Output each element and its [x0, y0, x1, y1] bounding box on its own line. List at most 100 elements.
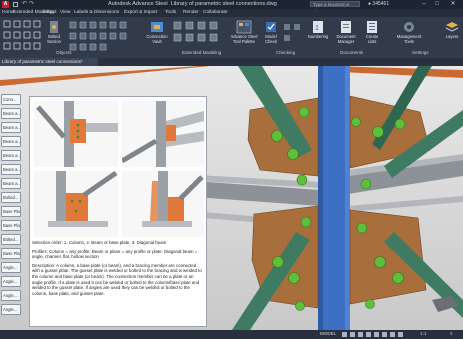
list-item[interactable]: Angle... — [1, 304, 21, 315]
tab-view[interactable]: View — [60, 10, 70, 15]
app-menu-icon[interactable]: A — [2, 1, 9, 8]
list-item[interactable]: Beam a... — [1, 178, 21, 189]
list-item[interactable]: Base Plat... — [1, 206, 21, 217]
list-item[interactable]: Beam a... — [1, 164, 21, 175]
minimize-icon[interactable]: – — [418, 0, 430, 9]
list-item[interactable]: Base Plat... — [1, 220, 21, 231]
numbering-button[interactable]: 1 Numbering — [305, 20, 331, 40]
create-lists-label: Create Lists — [365, 34, 379, 44]
layers-icon — [445, 22, 459, 32]
panel-label-documents: Documents — [340, 50, 364, 55]
illustration-4 — [122, 171, 204, 237]
checking-tool-icons — [284, 24, 300, 41]
numbering-label: Numbering — [307, 34, 329, 39]
model-check-icon — [266, 22, 276, 32]
list-item[interactable]: Bolted... — [1, 192, 21, 203]
model-check-button[interactable]: Model Check — [262, 20, 280, 44]
annotation-scale[interactable]: 1:1 — [420, 331, 426, 336]
tool-palette-icon — [236, 20, 252, 34]
layers-button[interactable]: Layers — [442, 20, 462, 40]
management-tools-label: Management Tools — [396, 34, 422, 44]
list-item[interactable]: Bolted... — [1, 234, 21, 245]
model-space-button[interactable]: MODEL — [320, 331, 336, 336]
bolt — [272, 256, 284, 268]
connection-vault-icon — [151, 22, 163, 32]
illustration-1 — [34, 101, 118, 167]
connection-list: Conn... Beam a... Beam a... Beam a... Be… — [0, 94, 22, 324]
menu-icon[interactable]: ≡ — [450, 331, 453, 336]
connection-tooltip: Selection order: 1. Column, 2. Beam or b… — [29, 96, 207, 327]
bolt — [271, 130, 283, 142]
tab-tools[interactable]: Tools — [165, 10, 176, 15]
bolted-section-button[interactable]: Bolted Section — [44, 20, 64, 44]
list-item[interactable]: Base Plat... — [1, 248, 21, 259]
bolt — [356, 222, 368, 234]
list-item[interactable]: Beam a... — [1, 150, 21, 161]
modeling-tool-icons[interactable] — [68, 20, 140, 54]
illustration-4-drawing — [142, 171, 204, 227]
extra-tools-grid — [68, 20, 140, 54]
column-flange-left — [318, 66, 323, 330]
bolted-section-label: Bolted Section — [47, 34, 61, 44]
connection-vault-label: Connection Vault — [146, 34, 168, 44]
model-check-label: Model Check — [265, 34, 277, 44]
selection-order-text: Selection order: 1. Column, 2. Beam or b… — [32, 240, 167, 245]
steel-column — [322, 66, 346, 330]
bolt — [300, 216, 312, 228]
bolt — [394, 118, 406, 130]
small-tool-icons[interactable] — [3, 20, 43, 54]
tab-collaborate[interactable]: Collaborate — [203, 10, 228, 15]
bolt — [287, 148, 299, 160]
description-text: Description: A column, a base plate (or … — [32, 262, 202, 296]
layers-label: Layers — [445, 34, 459, 39]
maximize-icon[interactable]: □ — [431, 0, 443, 9]
connection-tool-icons[interactable] — [172, 20, 228, 54]
bolt — [372, 126, 384, 138]
user-id: 345461 — [372, 1, 390, 7]
panel-label-checking: Checking — [276, 50, 296, 55]
checking-tools[interactable] — [282, 22, 304, 48]
search-input[interactable]: Type a keyword or phrase — [310, 1, 360, 13]
illustration-3 — [34, 170, 118, 237]
panel-label-objects: Objects — [56, 50, 72, 55]
illustration-1-drawing — [36, 101, 118, 167]
column-flange-right — [345, 66, 350, 330]
list-item[interactable]: Angle... — [1, 290, 21, 301]
list-item[interactable]: Beam a... — [1, 122, 21, 133]
list-item[interactable]: Beam a... — [1, 136, 21, 147]
create-lists-button[interactable]: Create Lists — [361, 20, 383, 44]
quick-access-undo-icon[interactable]: ↶ — [22, 0, 27, 7]
list-item[interactable]: Conn... — [1, 94, 21, 105]
ribbon-tabs: Home Extended Modeling Output View Label… — [0, 9, 463, 17]
list-item[interactable]: Angle... — [1, 276, 21, 287]
document-manager-button[interactable]: Document Manager — [333, 20, 359, 44]
bolt — [351, 117, 361, 127]
bolt — [365, 299, 375, 309]
bolt — [374, 256, 386, 268]
create-lists-icon — [367, 21, 377, 33]
tab-labels-dimensions[interactable]: Labels & Dimensions — [74, 10, 119, 15]
connection-description: Selection order: 1. Column, 2. Beam or b… — [32, 240, 204, 299]
quick-access-redo-icon[interactable]: ↷ — [29, 0, 34, 7]
status-toggle-icons[interactable] — [342, 331, 432, 338]
illustration-2-drawing — [120, 101, 204, 167]
document-tab[interactable]: Library of parametric steel connections* — [0, 58, 98, 66]
connection-vault-button[interactable]: Connection Vault — [144, 20, 170, 44]
list-item[interactable]: Angle... — [1, 262, 21, 273]
user-name[interactable]: ● 345461 — [368, 1, 389, 7]
profiles-text: Profiles: Column = any profile; Beam or … — [32, 248, 198, 260]
tab-render[interactable]: Render — [183, 10, 199, 15]
tool-palette-button[interactable]: Advance Steel Tool Palette — [228, 20, 260, 44]
tab-output[interactable]: Output — [42, 10, 56, 15]
bolt — [392, 272, 404, 284]
panel-label-settings: Settings — [412, 50, 429, 55]
quick-access-save-icon[interactable] — [13, 2, 18, 7]
svg-text:1: 1 — [315, 25, 319, 32]
numbering-icon: 1 — [313, 21, 323, 33]
app-title: Autodesk Advance Steel — [108, 1, 168, 7]
list-item[interactable]: Beam a... — [1, 108, 21, 119]
title-bar: A ↶ ↷ Autodesk Advance Steel Library of … — [0, 0, 463, 13]
close-icon[interactable]: ✕ — [447, 0, 459, 9]
tab-export-import[interactable]: Export & Import — [124, 10, 157, 15]
management-tools-button[interactable]: Management Tools — [392, 20, 426, 44]
